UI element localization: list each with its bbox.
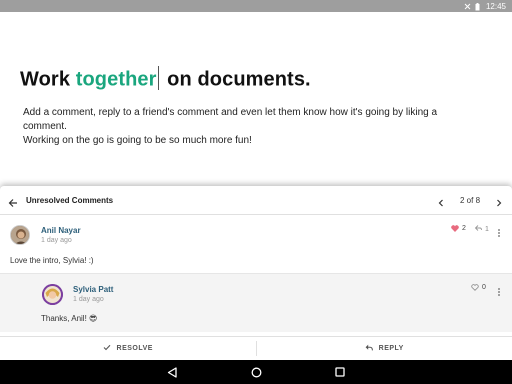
text-cursor — [157, 66, 159, 90]
comment-time: 1 day ago — [41, 237, 72, 244]
reply-count: 1 — [485, 225, 489, 233]
home-circle-icon[interactable] — [250, 366, 262, 378]
like-count: 0 — [482, 284, 486, 291]
recents-square-icon[interactable] — [334, 366, 346, 378]
battery-icon — [475, 2, 482, 10]
more-vert-icon[interactable] — [497, 284, 501, 296]
comment-actions: RESOLVE REPLY — [0, 336, 512, 360]
comments-sheet: Unresolved Comments 2 of 8 Anil Nayar 1 … — [0, 186, 512, 360]
chevron-right-icon[interactable] — [494, 195, 504, 207]
resolve-label: RESOLVE — [116, 345, 153, 352]
hero-description: Add a comment, reply to a friend's comme… — [23, 106, 483, 148]
back-triangle-icon[interactable] — [166, 366, 178, 378]
headline-end: on documents. — [161, 68, 311, 91]
status-bar: 12:45 — [0, 0, 512, 12]
comments-title: Unresolved Comments — [26, 196, 114, 205]
reply-item[interactable]: Sylvia Patt 1 day ago Thanks, Anil! 😎 0 — [0, 273, 512, 332]
check-icon — [103, 344, 111, 353]
avatar — [10, 225, 30, 245]
comment-author: Anil Nayar — [41, 226, 81, 235]
onboarding-hero: Work together on documents. Add a commen… — [0, 12, 512, 190]
resolve-button[interactable]: RESOLVE — [0, 337, 256, 360]
reply-arrow-icon — [474, 225, 482, 233]
pager-indicator: 2 of 8 — [460, 196, 481, 205]
like-control[interactable]: 0 — [471, 284, 486, 291]
reply-button[interactable]: REPLY — [257, 337, 512, 360]
chevron-left-icon[interactable] — [436, 195, 446, 207]
headline-start: Work — [20, 68, 76, 91]
comments-header: Unresolved Comments 2 of 8 — [0, 186, 512, 215]
like-control[interactable]: 2 — [451, 225, 466, 232]
like-count: 2 — [462, 225, 466, 232]
heart-outline-icon — [471, 284, 479, 291]
reply-author: Sylvia Patt — [73, 285, 114, 294]
heart-filled-icon — [451, 225, 459, 232]
headline: Work together on documents. — [20, 66, 311, 92]
description-line: Add a comment, reply to a friend's comme… — [23, 107, 438, 132]
reply-label: REPLY — [378, 345, 404, 352]
reply-icon — [365, 344, 373, 353]
system-nav-bar — [0, 360, 512, 384]
back-arrow-icon[interactable] — [8, 195, 18, 207]
reply-count-control[interactable]: 1 — [474, 225, 489, 233]
description-line: Working on the go is going to be so much… — [23, 135, 252, 146]
status-time: 12:45 — [485, 1, 506, 11]
more-vert-icon[interactable] — [497, 225, 501, 237]
comment-text: Love the intro, Sylvia! :) — [10, 256, 94, 265]
reply-text: Thanks, Anil! 😎 — [41, 314, 98, 323]
avatar — [42, 284, 63, 305]
comment-item[interactable]: Anil Nayar 1 day ago Love the intro, Syl… — [0, 215, 512, 273]
no-sim-icon — [464, 3, 471, 10]
headline-accent: together — [75, 68, 157, 91]
reply-time: 1 day ago — [73, 296, 104, 303]
